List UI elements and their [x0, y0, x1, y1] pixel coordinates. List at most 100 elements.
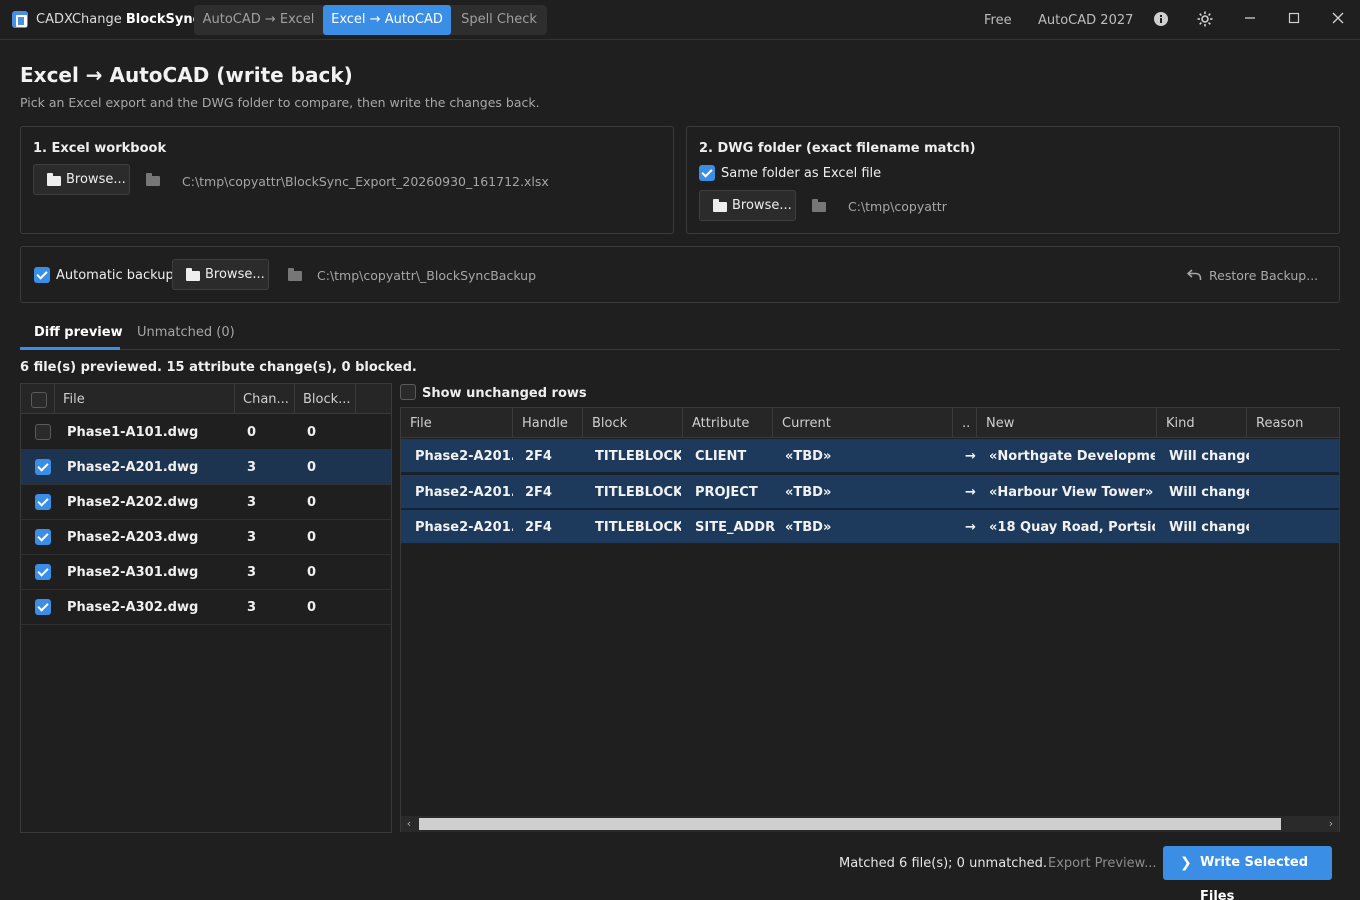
backup-path: C:\tmp\copyattr\_BlockSyncBackup: [317, 268, 537, 283]
file-name-cell: Phase2-A203.dwg: [67, 530, 199, 545]
backup-panel: Automatic backup Browse... C:\tmp\copyat…: [20, 246, 1340, 303]
excel-workbook-panel: 1. Excel workbook Browse... C:\tmp\copya…: [20, 126, 674, 234]
file-cell: Phase2-A201.d...: [415, 449, 513, 464]
kind-cell: Will change: [1169, 484, 1249, 500]
minimize-icon[interactable]: [1241, 11, 1259, 29]
show-unchanged-checkbox[interactable]: [400, 384, 416, 400]
show-unchanged-label: Show unchanged rows: [422, 386, 587, 401]
column-header-reason[interactable]: Reason: [1247, 408, 1339, 438]
table-row[interactable]: Phase2-A203.dwg 3 0: [21, 520, 391, 555]
scroll-right-icon[interactable]: ›: [1323, 816, 1339, 832]
files-grid: File Chan... Block... Phase1-A101.dwg 0 0 P…: [20, 383, 392, 833]
scroll-left-icon[interactable]: ‹: [401, 816, 417, 832]
write-selected-files-button[interactable]: ❯ Write Selected Files: [1163, 846, 1332, 900]
page-title: Excel → AutoCAD (write back): [20, 63, 353, 87]
table-row[interactable]: Phase2-A202.dwg 3 0: [21, 485, 391, 520]
column-header-file[interactable]: File: [401, 408, 513, 438]
autocad-version-label[interactable]: AutoCAD 2027: [1038, 13, 1133, 28]
tab-autocad-to-excel[interactable]: AutoCAD → Excel: [194, 5, 323, 35]
dwg-folder-path: C:\tmp\copyattr: [848, 199, 947, 214]
kind-cell: Will change: [1169, 449, 1249, 464]
file-name-cell: Phase2-A301.dwg: [67, 565, 199, 580]
diff-grid: File Handle Block Attribute Current .. N…: [400, 407, 1340, 832]
blocked-cell: 0: [307, 565, 317, 580]
column-header-handle[interactable]: Handle: [513, 408, 583, 438]
automatic-backup-checkbox[interactable]: [34, 267, 50, 283]
folder-icon: [812, 199, 826, 212]
dwg-folder-title: 2. DWG folder (exact filename match): [699, 141, 976, 156]
blocked-cell: 0: [307, 460, 317, 475]
horizontal-scrollbar[interactable]: ‹ ›: [401, 816, 1339, 832]
table-row[interactable]: Phase2-A201.d... 2F4 TITLEBLOCK CLIENT «TBD»…: [401, 439, 1339, 473]
backup-browse-button[interactable]: Browse...: [172, 259, 269, 290]
diff-grid-header: File Handle Block Attribute Current .. N…: [401, 408, 1339, 438]
arrow-cell: →: [965, 520, 976, 535]
column-header-new[interactable]: New: [977, 408, 1157, 438]
same-folder-checkbox[interactable]: [699, 165, 715, 181]
folder-icon: [288, 268, 302, 281]
row-checkbox[interactable]: [35, 599, 51, 615]
column-header-changes[interactable]: Chan...: [235, 384, 295, 414]
changes-cell: 3: [247, 460, 257, 475]
table-row[interactable]: Phase1-A101.dwg 0 0: [21, 415, 391, 450]
scrollbar-thumb[interactable]: [419, 818, 1281, 830]
column-header-file[interactable]: File: [55, 384, 235, 414]
tab-divider: [20, 349, 1340, 350]
changes-cell: 3: [247, 600, 257, 615]
mode-tabs: AutoCAD → Excel Excel → AutoCAD Spell Ch…: [194, 5, 547, 35]
row-checkbox[interactable]: [35, 564, 51, 580]
column-header-kind[interactable]: Kind: [1157, 408, 1247, 438]
select-all-header: [21, 384, 55, 414]
file-name-cell: Phase2-A302.dwg: [67, 600, 199, 615]
table-row[interactable]: Phase2-A201.d... 2F4 TITLEBLOCK PROJECT «TBD…: [401, 474, 1339, 509]
workbook-path: C:\tmp\copyattr\BlockSync_Export_2026093…: [182, 174, 549, 189]
table-row[interactable]: Phase2-A302.dwg 3 0: [21, 590, 391, 625]
new-cell: «18 Quay Road, Portside»: [989, 520, 1155, 535]
license-label: Free: [984, 13, 1012, 28]
arrow-cell: →: [965, 449, 976, 464]
folder-icon: [47, 173, 61, 186]
table-row[interactable]: Phase2-A201.d... 2F4 TITLEBLOCK SITE_ADDR..…: [401, 510, 1339, 544]
handle-cell: 2F4: [525, 520, 552, 535]
workbook-browse-button[interactable]: Browse...: [33, 164, 130, 195]
file-name-cell: Phase2-A202.dwg: [67, 495, 199, 510]
excel-workbook-title: 1. Excel workbook: [33, 141, 167, 156]
current-cell: «TBD»: [785, 520, 832, 535]
arrow-cell: →: [965, 484, 976, 500]
column-header-attribute[interactable]: Attribute: [683, 408, 773, 438]
select-all-checkbox[interactable]: [31, 392, 47, 408]
title-bar: CADXChange BlockSync AutoCAD → Excel Exc…: [0, 0, 1360, 40]
column-header-arrow[interactable]: ..: [953, 408, 977, 438]
new-cell: «Northgate Developments...: [989, 449, 1155, 464]
attribute-cell: SITE_ADDR...: [695, 520, 775, 535]
sun-icon[interactable]: [1196, 11, 1214, 29]
tab-diff-preview[interactable]: Diff preview: [34, 325, 123, 340]
row-checkbox[interactable]: [35, 424, 51, 440]
match-status: Matched 6 file(s); 0 unmatched.: [839, 856, 1048, 871]
row-checkbox[interactable]: [35, 494, 51, 510]
column-header-blocked[interactable]: Block...: [295, 384, 356, 414]
tab-spell-check[interactable]: Spell Check: [451, 5, 547, 35]
dwg-browse-label: Browse...: [732, 198, 792, 213]
table-row[interactable]: Phase2-A201.dwg 3 0: [21, 450, 391, 485]
new-cell: «Harbour View Tower»: [989, 484, 1154, 500]
tab-excel-to-autocad[interactable]: Excel → AutoCAD: [323, 5, 451, 35]
info-icon[interactable]: [1152, 11, 1170, 29]
block-cell: TITLEBLOCK: [595, 449, 681, 464]
column-header-current[interactable]: Current: [773, 408, 953, 438]
column-header-block[interactable]: Block: [583, 408, 683, 438]
export-preview-button[interactable]: Export Preview...: [1048, 856, 1157, 871]
dwg-browse-button[interactable]: Browse...: [699, 190, 796, 221]
preview-summary: 6 file(s) previewed. 15 attribute change…: [20, 360, 417, 375]
row-checkbox[interactable]: [35, 459, 51, 475]
active-tab-indicator: [20, 347, 120, 350]
workbook-browse-label: Browse...: [66, 172, 126, 187]
handle-cell: 2F4: [525, 449, 552, 464]
table-row[interactable]: Phase2-A301.dwg 3 0: [21, 555, 391, 590]
undo-icon: [1187, 269, 1202, 280]
row-checkbox[interactable]: [35, 529, 51, 545]
dwg-folder-panel: 2. DWG folder (exact filename match) Sam…: [686, 126, 1340, 234]
tab-unmatched[interactable]: Unmatched (0): [137, 325, 235, 340]
maximize-icon[interactable]: [1285, 11, 1303, 29]
close-icon[interactable]: [1329, 11, 1347, 29]
